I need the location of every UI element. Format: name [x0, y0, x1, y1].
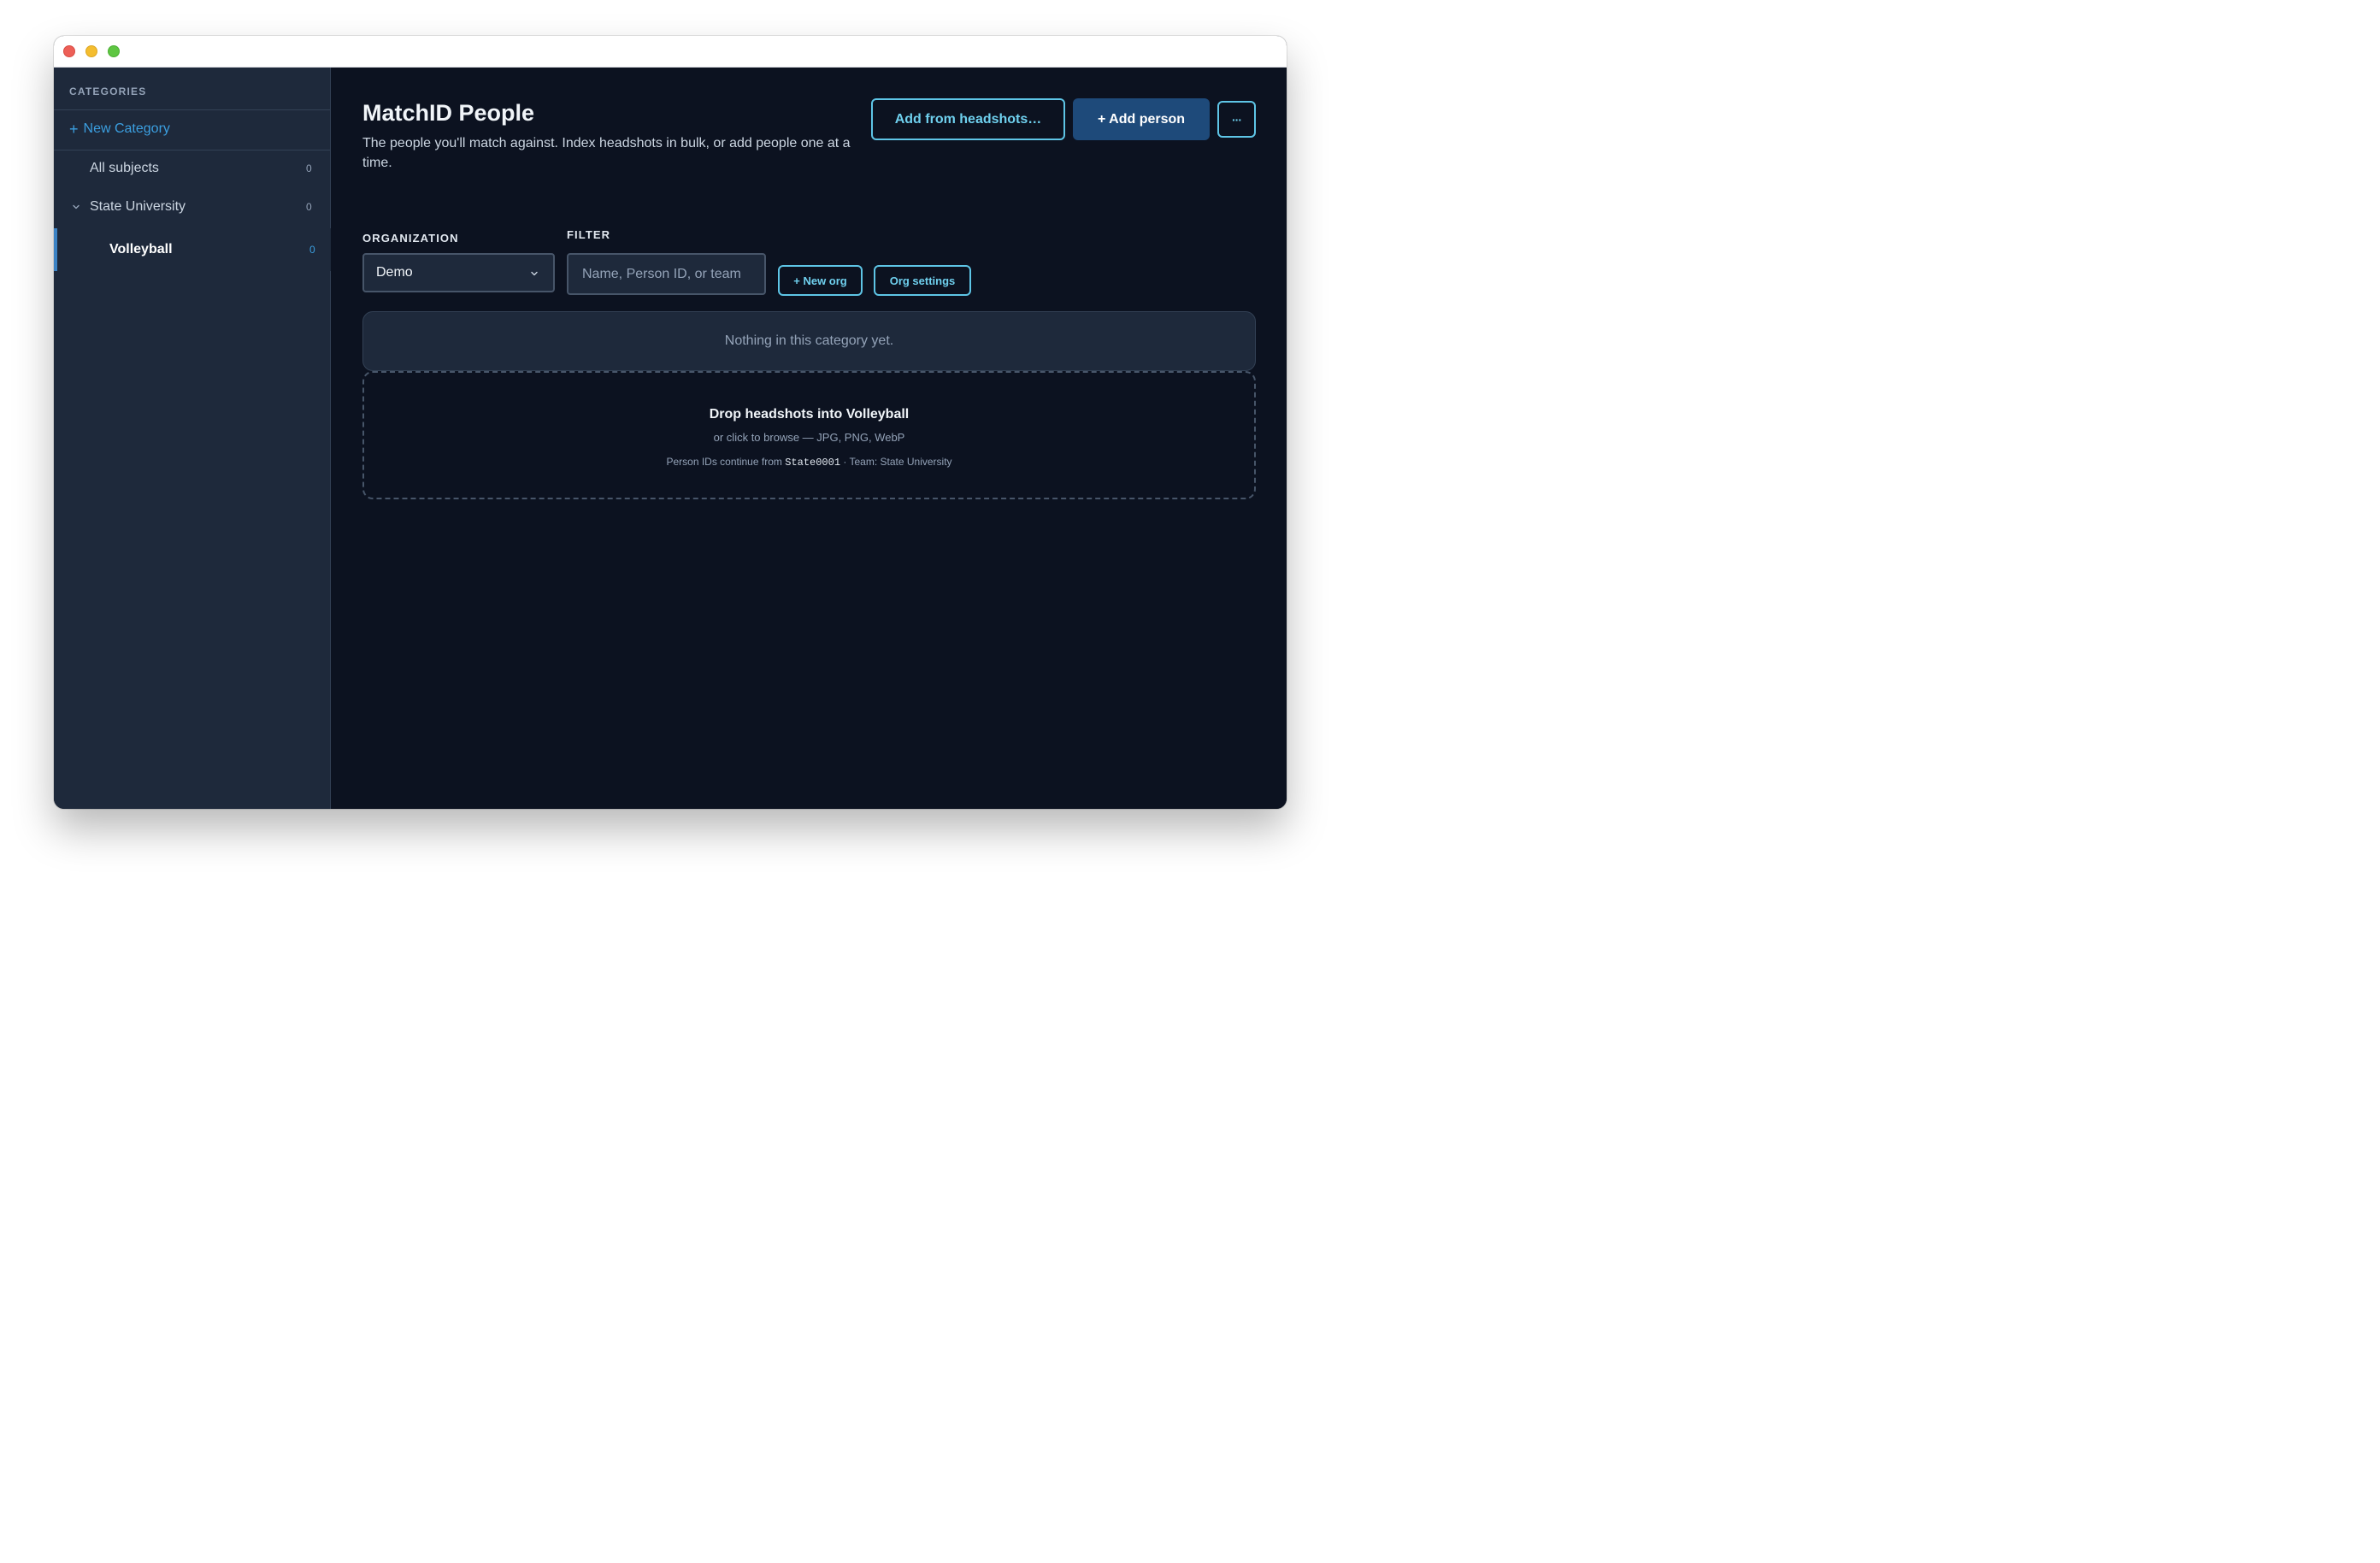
plus-icon: +: [69, 121, 79, 138]
new-org-button[interactable]: + New org: [778, 265, 863, 296]
organization-label: ORGANIZATION: [362, 232, 459, 245]
item-count: 0: [306, 201, 312, 213]
headshot-dropzone[interactable]: Drop headshots into Volleyball or click …: [362, 371, 1256, 499]
chevron-down-icon: [531, 271, 538, 276]
page-title: MatchID People: [362, 100, 535, 126]
title-bar: [54, 36, 1287, 68]
empty-message: Nothing in this category yet.: [724, 333, 894, 348]
new-category-button[interactable]: + New Category: [69, 121, 170, 137]
meta-suffix: · Team: State University: [843, 456, 952, 468]
sidebar-item-label: Volleyball: [109, 242, 173, 257]
chevron-down-icon[interactable]: [71, 202, 81, 212]
item-count: 0: [306, 162, 312, 174]
close-window-button[interactable]: [63, 45, 75, 57]
dropzone-meta: Person IDs continue from State0001 · Tea…: [364, 456, 1254, 469]
organization-value: Demo: [376, 265, 413, 280]
app-window: CATEGORIES + New Category All subjects 0…: [54, 36, 1287, 809]
main-panel: MatchID People The people you'll match a…: [332, 68, 1287, 809]
meta-prefix: Person IDs continue from: [666, 456, 782, 468]
sidebar: CATEGORIES + New Category All subjects 0…: [54, 68, 331, 809]
active-indicator: [54, 228, 57, 271]
filter-input[interactable]: [567, 253, 766, 295]
organization-select[interactable]: Demo: [362, 253, 555, 292]
filter-label: FILTER: [567, 228, 611, 241]
sidebar-item-label: All subjects: [90, 161, 159, 175]
sidebar-item-label: State University: [90, 199, 186, 214]
item-count: 0: [309, 244, 315, 256]
sidebar-item-volleyball[interactable]: Volleyball 0: [54, 228, 331, 271]
maximize-window-button[interactable]: [108, 45, 120, 57]
more-icon: ···: [1232, 112, 1242, 127]
sidebar-heading: CATEGORIES: [69, 86, 147, 97]
sidebar-item-all-subjects[interactable]: All subjects 0: [54, 150, 331, 187]
person-id-start: State0001: [785, 457, 841, 469]
minimize-window-button[interactable]: [85, 45, 97, 57]
page-subtitle: The people you'll match against. Index h…: [362, 136, 851, 170]
divider: [54, 109, 331, 110]
org-settings-button[interactable]: Org settings: [874, 265, 971, 296]
new-category-label: New Category: [83, 121, 170, 136]
more-options-button[interactable]: ···: [1217, 101, 1256, 138]
empty-state: Nothing in this category yet.: [362, 311, 1256, 371]
dropzone-subtitle: or click to browse — JPG, PNG, WebP: [713, 431, 905, 444]
add-person-button[interactable]: + Add person: [1073, 98, 1210, 140]
dropzone-title: Drop headshots into Volleyball: [709, 407, 910, 422]
sidebar-item-state-university[interactable]: State University 0: [54, 188, 331, 226]
add-from-headshots-button[interactable]: Add from headshots…: [871, 98, 1065, 140]
